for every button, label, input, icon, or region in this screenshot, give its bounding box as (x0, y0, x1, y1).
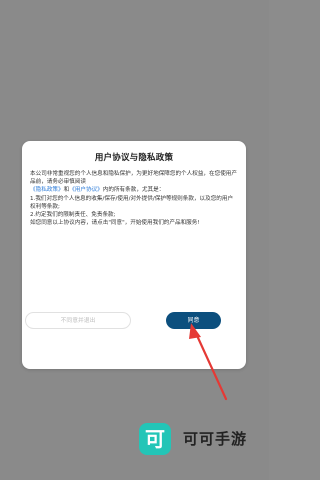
brand-name: 可可手游 (183, 430, 248, 448)
brand-logo-glyph: 可 (145, 427, 165, 451)
links-tail-text: 内的所有条款，尤其是： (102, 187, 165, 194)
privacy-policy-link[interactable]: 《隐私政策》 (30, 187, 64, 193)
dialog-title: 用户协议与隐私政策 (94, 153, 174, 163)
clause-item-2: 2.约定我们的限制责任、免责条款; (30, 212, 116, 219)
user-agreement-link[interactable]: 《用户协议》 (69, 187, 103, 193)
links-line: 《隐私政策》和《用户协议》内的所有条款，尤其是： (30, 186, 238, 194)
dialog-body: 本公司非常重视您的个人信息和隐私保护，为更好地保障您的个人权益，在您使用产品前，… (30, 170, 238, 227)
privacy-agreement-dialog: 用户协议与隐私政策 本公司非常重视您的个人信息和隐私保护，为更好地保障您的个人权… (22, 141, 246, 369)
clause-item-1: 1.我们对您的个人信息的收集/保存/使用/对外提供/保护等规则条款，以及您的用户… (30, 195, 234, 210)
brand-logo-icon: 可 (139, 423, 171, 455)
intro-text: 本公司非常重视您的个人信息和隐私保护，为更好地保障您的个人权益，在您使用产品前，… (30, 171, 237, 186)
agree-button[interactable]: 同意 (166, 312, 221, 329)
closing-text: 如您同意以上协议内容，请点击"同意"，开始使用我们的产品和服务! (30, 220, 200, 227)
decline-and-exit-button[interactable]: 不同意并退出 (25, 312, 131, 329)
